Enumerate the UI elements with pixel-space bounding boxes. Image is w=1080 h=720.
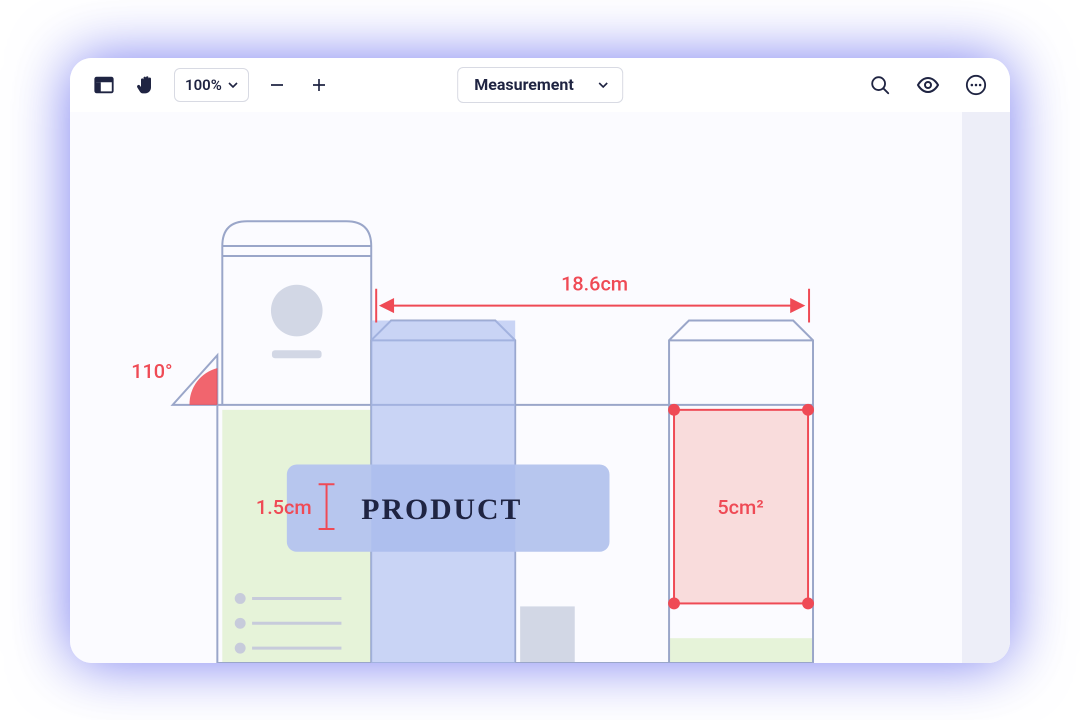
search-icon	[869, 74, 891, 96]
canvas[interactable]: 5cm² PRODUCT 1.5cm	[70, 112, 1010, 663]
area-measurement: 5cm²	[717, 496, 763, 519]
selection-handle[interactable]	[668, 597, 680, 609]
minus-icon	[268, 76, 286, 94]
selection-handle[interactable]	[802, 597, 814, 609]
tool-mode-label: Measurement	[474, 75, 574, 94]
more-icon	[965, 74, 987, 96]
toolbar: 100% Measurement	[70, 58, 1010, 112]
chevron-down-icon	[598, 80, 608, 90]
plus-icon	[310, 76, 328, 94]
more-options-button[interactable]	[962, 71, 990, 99]
selection-handle[interactable]	[668, 403, 680, 415]
zoom-in-button[interactable]	[305, 71, 333, 99]
zoom-out-button[interactable]	[263, 71, 291, 99]
angle-indicator	[190, 368, 218, 405]
zoom-dropdown[interactable]: 100%	[174, 68, 249, 102]
tool-mode-dropdown[interactable]: Measurement	[457, 67, 623, 103]
dieline-drawing: 5cm² PRODUCT 1.5cm	[70, 112, 1010, 663]
chevron-down-icon	[228, 80, 238, 90]
layout-icon	[93, 74, 115, 96]
search-button[interactable]	[866, 71, 894, 99]
hand-icon	[136, 75, 156, 95]
selection-handle[interactable]	[802, 403, 814, 415]
pan-tool-button[interactable]	[132, 71, 160, 99]
preview-button[interactable]	[914, 71, 942, 99]
text-height-measurement: 1.5cm	[256, 496, 312, 519]
width-measurement: 18.6cm	[561, 272, 628, 295]
zoom-value: 100%	[185, 76, 222, 94]
angle-measurement: 110°	[131, 360, 172, 383]
product-text: PRODUCT	[361, 493, 522, 526]
eye-icon	[916, 73, 940, 97]
app-window: 100% Measurement	[70, 58, 1010, 663]
layout-panel-button[interactable]	[90, 71, 118, 99]
